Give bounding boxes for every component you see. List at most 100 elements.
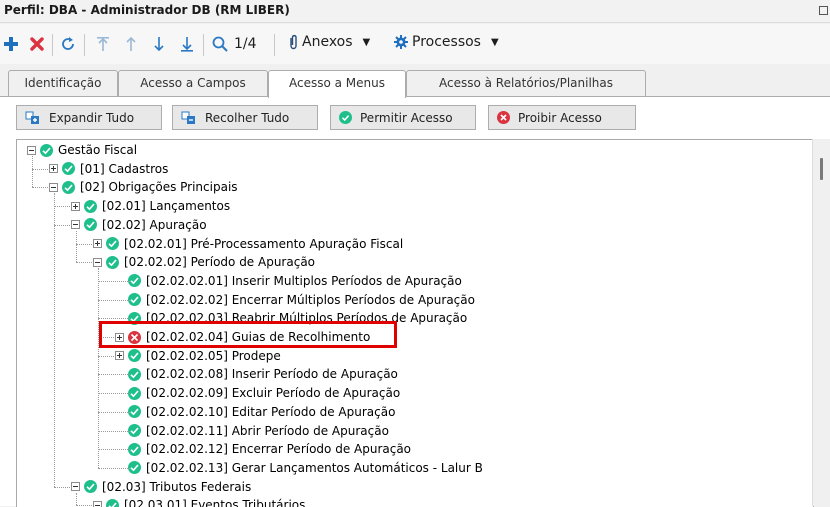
page-indicator: 1/4 (234, 36, 257, 52)
tree-item[interactable]: [02.03] Tributos Federais (71, 478, 251, 496)
allowed-status-icon (106, 237, 119, 250)
expand-node-icon[interactable] (93, 239, 102, 248)
tree-item-label: [02.02.02.01] Inserir Multiplos Períodos… (146, 273, 462, 288)
arrow-first-icon (97, 37, 109, 51)
previous-record-button[interactable] (122, 24, 140, 64)
tree-item[interactable]: [02.02.02] Período de Apuração (93, 253, 315, 271)
tree-connector (98, 467, 130, 469)
tree-connector (98, 393, 130, 395)
tree-connector (54, 224, 72, 226)
tree-connector (98, 318, 130, 320)
tree-item-label: [02.02.02.11] Abrir Período de Apuração (146, 423, 389, 438)
toolbar-separator (274, 34, 275, 56)
scrollbar-thumb[interactable] (820, 158, 823, 180)
collapse-all-button[interactable]: Recolher Tudo (172, 105, 318, 130)
tree-item[interactable]: [02.02] Apuração (71, 216, 207, 234)
arrow-up-icon (126, 36, 136, 51)
tree-item-label: [02.02.02] Período de Apuração (124, 255, 316, 270)
tree-connector (98, 299, 130, 301)
allowed-status-icon (40, 143, 53, 157)
tree-item[interactable]: [02.02.02.11] Abrir Período de Apuração (115, 422, 389, 440)
collapse-node-icon[interactable] (49, 182, 58, 192)
chevron-down-icon: ▼ (362, 36, 371, 48)
tree-item-label: [02.03] Tributos Federais (102, 479, 252, 494)
tree-guide-line (76, 230, 77, 263)
processos-label: Processos (412, 34, 481, 50)
title-bar: Perfil: DBA - Administrador DB (RM LIBER… (0, 0, 830, 23)
tree-connector (54, 206, 72, 208)
collapse-node-icon[interactable] (93, 500, 102, 507)
tree-item[interactable]: [02.02.02.09] Excluir Período de Apuraçã… (115, 384, 400, 402)
processos-menu[interactable]: Processos ▼ (394, 34, 499, 50)
tree-connector (98, 374, 130, 376)
expand-icon (25, 111, 41, 125)
collapse-all-label: Recolher Tudo (205, 110, 290, 125)
tree-item[interactable]: [02.02.02.08] Inserir Período de Apuraçã… (115, 365, 398, 383)
maximize-icon[interactable] (819, 6, 828, 15)
tree-item[interactable]: [02.03.01] Eventos Tributários (93, 496, 305, 507)
allowed-status-icon (62, 180, 75, 194)
tree-item[interactable]: [02.02.02.13] Gerar Lançamentos Automáti… (115, 459, 483, 477)
tree-item[interactable]: [02.01] Lançamentos (71, 197, 230, 215)
tab-acesso-menus[interactable]: Acesso a Menus (268, 70, 406, 98)
tree-guide-line (54, 193, 55, 487)
collapse-node-icon[interactable] (27, 145, 36, 155)
tree-item-label: [02.02.02.02] Encerrar Múltiplos Período… (146, 292, 475, 307)
tree-item-label: Gestão Fiscal (58, 143, 138, 157)
chevron-down-icon: ▼ (490, 36, 499, 48)
tree-item[interactable]: [01] Cadastros (49, 160, 168, 178)
deny-access-button[interactable]: Proibir Acesso (488, 105, 636, 130)
collapse-node-icon[interactable] (71, 220, 80, 230)
tree-item-label: [02.02.01] Pré-Processamento Apuração Fi… (124, 236, 404, 251)
tree-item[interactable]: [02.02.02.04] Guias de Recolhimento (115, 328, 370, 346)
anexos-label: Anexos (302, 34, 353, 50)
tree-item-label: [02.02] Apuração (102, 217, 207, 232)
first-record-button[interactable] (94, 24, 112, 64)
collapse-node-icon[interactable] (71, 482, 80, 492)
collapse-node-icon[interactable] (93, 257, 102, 267)
next-record-button[interactable] (150, 24, 168, 64)
tree-item[interactable]: [02.02.02.02] Encerrar Múltiplos Período… (115, 291, 475, 309)
tree-item[interactable]: [02.02.02.12] Encerrar Período de Apuraç… (115, 440, 411, 458)
allowed-status-icon (106, 255, 119, 269)
refresh-button[interactable] (58, 24, 78, 64)
allow-access-label: Permitir Acesso (360, 110, 453, 125)
expand-all-button[interactable]: Expandir Tudo (16, 105, 162, 130)
delete-button[interactable] (28, 24, 46, 64)
tree-item[interactable]: [02.02.02.05] Prodepe (115, 347, 281, 365)
anexos-menu[interactable]: Anexos ▼ (288, 34, 370, 50)
tree-item[interactable]: Gestão Fiscal (27, 141, 137, 159)
expand-node-icon[interactable] (115, 332, 124, 342)
tree-item[interactable]: [02.02.02.10] Editar Período de Apuração (115, 403, 395, 421)
tree-item-label: [02.02.02.04] Guias de Recolhimento (146, 330, 371, 344)
tree-connector (98, 355, 116, 357)
allowed-status-icon (128, 349, 141, 363)
expand-node-icon[interactable] (49, 164, 58, 174)
allow-access-button[interactable]: Permitir Acesso (330, 105, 476, 130)
tree-item-label: [02.02.02.03] Reabrir Múltiplos Períodos… (146, 311, 468, 326)
tree-connector (32, 168, 50, 170)
gear-icon (394, 35, 408, 49)
toolbar: 1/4 Anexos ▼ Processos ▼ (0, 24, 830, 64)
tree-item-label: [02.02.02.12] Encerrar Período de Apuraç… (146, 442, 412, 457)
tree-item[interactable]: [02.02.01] Pré-Processamento Apuração Fi… (93, 235, 403, 253)
expand-node-icon[interactable] (71, 201, 80, 211)
expand-node-icon[interactable] (115, 351, 124, 361)
tree-item[interactable]: [02] Obrigações Principais (49, 178, 238, 196)
vertical-scrollbar[interactable] (812, 139, 830, 506)
tab-acesso-campos[interactable]: Acesso a Campos (118, 70, 268, 96)
tree-connector (98, 280, 130, 282)
tree-item-label: [02] Obrigações Principais (80, 180, 238, 195)
add-button[interactable] (2, 24, 20, 64)
search-button[interactable] (210, 24, 230, 64)
toolbar-separator (52, 34, 53, 56)
tab-identificacao[interactable]: Identificação (8, 70, 118, 96)
toolbar-separator (203, 34, 204, 56)
allowed-status-icon (84, 218, 97, 232)
menu-tree[interactable]: Gestão Fiscal [01] Cadastros [02] Obrigaçõ… (16, 139, 814, 507)
tab-acesso-relatorios[interactable]: Acesso à Relatórios/Planilhas (406, 70, 646, 96)
last-record-button[interactable] (178, 24, 196, 64)
tree-item[interactable]: [02.02.02.03] Reabrir Múltiplos Períodos… (115, 309, 467, 327)
tree-item[interactable]: [02.02.02.01] Inserir Multiplos Períodos… (115, 272, 462, 290)
tree-item-label: [01] Cadastros (80, 161, 169, 176)
